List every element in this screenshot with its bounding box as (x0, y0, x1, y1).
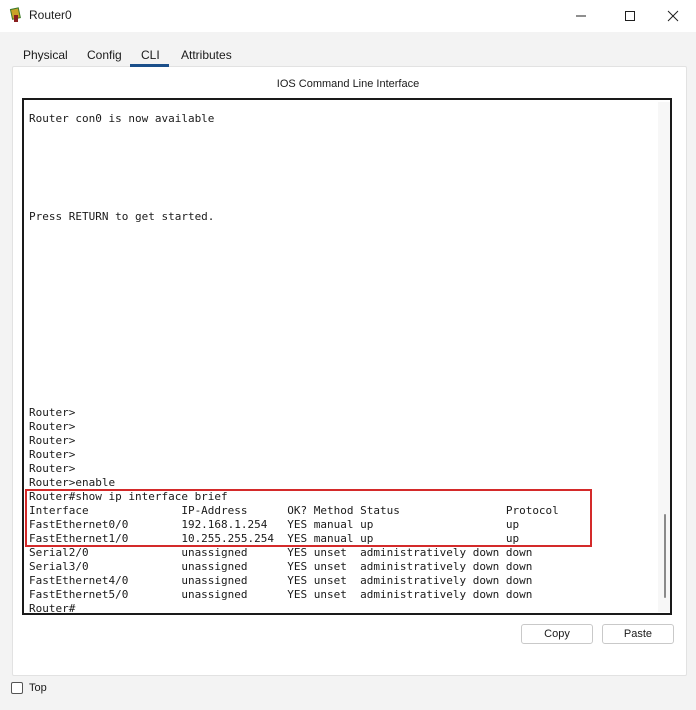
tab-physical[interactable]: Physical (23, 44, 68, 66)
close-icon (667, 10, 679, 22)
title-bar: Router0 (0, 0, 696, 32)
terminal-line: FastEthernet4/0 unassigned YES unset adm… (29, 574, 533, 587)
terminal-line: Router> (29, 434, 76, 447)
terminal-line: Router> (29, 406, 76, 419)
terminal-line: Router con0 is now available (29, 112, 215, 125)
scrollbar-thumb[interactable] (664, 514, 666, 598)
maximize-button[interactable] (607, 0, 653, 32)
active-tab-indicator (130, 64, 169, 67)
terminal-line: Serial3/0 unassigned YES unset administr… (29, 560, 533, 573)
minimize-icon (576, 15, 586, 17)
terminal-line: Router> (29, 448, 76, 461)
tab-config[interactable]: Config (87, 44, 122, 66)
terminal-line: Serial2/0 unassigned YES unset administr… (29, 546, 533, 559)
minimize-button[interactable] (558, 0, 604, 32)
router-icon (9, 7, 21, 22)
terminal-line: Router> (29, 420, 76, 433)
tab-cli[interactable]: CLI (141, 44, 160, 66)
top-label: Top (29, 682, 47, 694)
highlight-annotation (25, 489, 592, 547)
terminal-line: FastEthernet5/0 unassigned YES unset adm… (29, 588, 533, 601)
terminal-line: Press RETURN to get started. (29, 210, 215, 223)
top-checkbox[interactable] (11, 682, 23, 694)
close-button[interactable] (650, 0, 696, 32)
copy-button[interactable]: Copy (521, 624, 593, 644)
terminal-scrollbar[interactable] (658, 102, 670, 612)
terminal-line: Router>enable (29, 476, 116, 489)
tab-attributes[interactable]: Attributes (181, 44, 232, 66)
paste-button[interactable]: Paste (602, 624, 674, 644)
cli-header: IOS Command Line Interface (276, 78, 420, 90)
window-title: Router0 (29, 8, 72, 22)
terminal-line: Router# (29, 602, 76, 615)
terminal-line: Router> (29, 462, 76, 475)
maximize-icon (625, 11, 635, 21)
